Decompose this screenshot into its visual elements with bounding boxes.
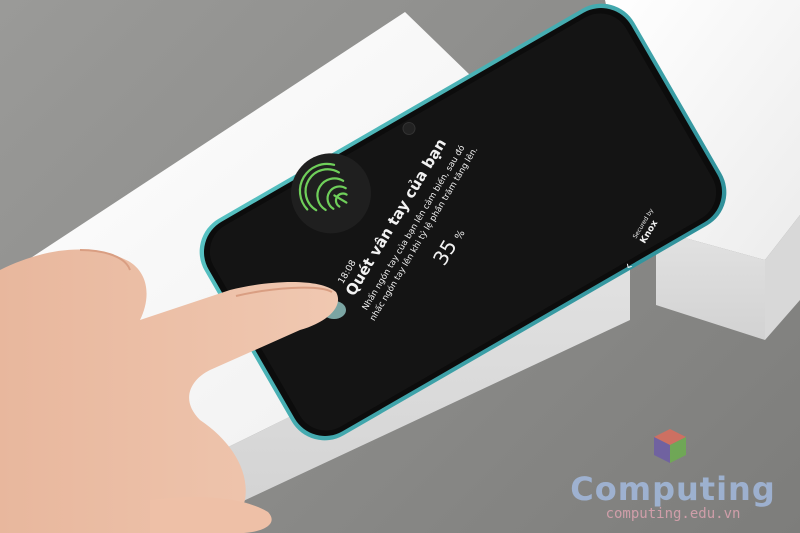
logo-icon <box>654 429 686 463</box>
watermark-url: computing.edu.vn <box>605 506 741 522</box>
photo-scene: 18:08 Quét vân tay của bạn Nhấn ngón tay… <box>0 0 800 533</box>
watermark-word: Computing <box>570 470 776 508</box>
